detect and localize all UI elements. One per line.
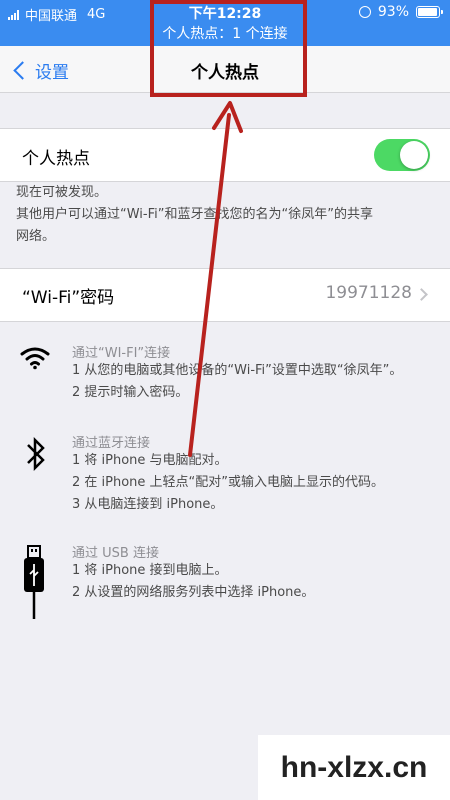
discover-note: 现在可被发现。 其他用户可以通过“Wi-Fi”和蓝牙查找您的名为“徐凤年”的共享…	[16, 182, 436, 248]
wifi-step-2: 2 提示时输入密码。	[72, 385, 189, 400]
bluetooth-instructions: 通过蓝牙连接 1 将 iPhone 与电脑配对。 2 在 iPhone 上轻点“…	[0, 430, 450, 520]
bluetooth-step-2: 2 在 iPhone 上轻点“配对”或输入电脑上显示的代码。	[72, 475, 385, 490]
bluetooth-icon	[27, 436, 45, 472]
rotation-lock-icon	[358, 6, 371, 18]
site-watermark: hn-xlzx.cn	[258, 735, 450, 800]
chevron-right-icon	[415, 288, 428, 301]
battery-percent: 93%	[377, 4, 409, 20]
wifi-instructions: 通过“WI-FI”连接 1 从您的电脑或其他设备的“Wi-Fi”设置中选取“徐凤…	[0, 340, 450, 410]
wifi-step-1: 1 从您的电脑或其他设备的“Wi-Fi”设置中选取“徐凤年”。	[72, 363, 403, 378]
wifi-password-cell[interactable]: “Wi-Fi”密码 19971128	[0, 268, 450, 322]
wifi-section-title: 通过“WI-FI”连接	[72, 346, 171, 361]
hotspot-toggle[interactable]	[374, 139, 430, 171]
usb-step-2: 2 从设置的网络服务列表中选择 iPhone。	[72, 585, 315, 600]
wifi-password-label: “Wi-Fi”密码	[22, 288, 115, 308]
discover-line-1: 现在可被发现。	[16, 185, 108, 200]
usb-cable-icon	[24, 545, 44, 619]
usb-instructions: 通过 USB 连接 1 将 iPhone 接到电脑上。 2 从设置的网络服务列表…	[0, 540, 450, 620]
discover-line-2: 其他用户可以通过“Wi-Fi”和蓝牙查找您的名为“徐凤年”的共享	[16, 207, 373, 222]
bluetooth-steps: 1 将 iPhone 与电脑配对。 2 在 iPhone 上轻点“配对”或输入电…	[72, 450, 384, 516]
bluetooth-section-title: 通过蓝牙连接	[72, 436, 151, 451]
usb-step-1: 1 将 iPhone 接到电脑上。	[72, 563, 228, 578]
wifi-password-value: 19971128	[325, 283, 412, 303]
status-right: 93%	[358, 4, 443, 20]
hotspot-label: 个人热点	[22, 149, 90, 169]
battery-icon	[416, 6, 443, 18]
hotspot-cell: 个人热点	[0, 128, 450, 182]
wifi-steps: 1 从您的电脑或其他设备的“Wi-Fi”设置中选取“徐凤年”。 2 提示时输入密…	[72, 360, 402, 404]
bluetooth-step-1: 1 将 iPhone 与电脑配对。	[72, 453, 228, 468]
usb-steps: 1 将 iPhone 接到电脑上。 2 从设置的网络服务列表中选择 iPhone…	[72, 560, 314, 604]
bluetooth-step-3: 3 从电脑连接到 iPhone。	[72, 497, 224, 512]
wifi-icon	[20, 347, 50, 370]
usb-section-title: 通过 USB 连接	[72, 546, 159, 561]
discover-line-3: 网络。	[16, 229, 56, 244]
toggle-knob	[400, 141, 428, 169]
annotation-highlight-box	[150, 0, 307, 97]
